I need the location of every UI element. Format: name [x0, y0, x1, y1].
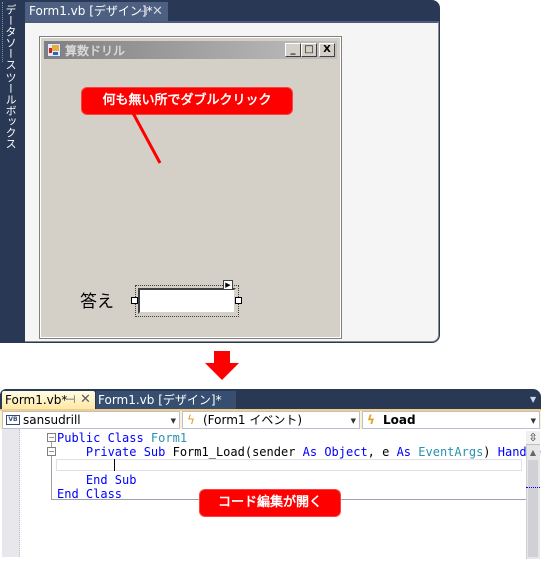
code-token: Form1: [150, 431, 188, 445]
tab-label: Form1.vb [デザイン]*: [29, 4, 153, 18]
callout-double-click: 何も無い所でダブルクリック: [82, 88, 292, 114]
side-tab-data-sources[interactable]: データソース: [3, 4, 17, 70]
chevron-down-icon: ▼: [530, 417, 536, 425]
tab-form1-design[interactable]: Form1.vb [デザイン]*: [96, 391, 236, 409]
answer-label: 答え: [80, 292, 114, 312]
event-bolt-icon: ϟ: [367, 413, 375, 427]
method-dropdown[interactable]: ϟ Load ▼: [362, 411, 540, 429]
tab-label: Form1.vb*: [5, 393, 68, 407]
resize-handle-left[interactable]: [131, 297, 138, 304]
form-icon: [47, 43, 61, 57]
answer-textbox[interactable]: [138, 288, 236, 314]
close-button[interactable]: X: [319, 43, 335, 57]
close-icon[interactable]: ✕: [80, 391, 91, 409]
method-dropdown-value: Load: [383, 413, 416, 427]
class-dropdown[interactable]: VB sansudrill ▼: [2, 411, 180, 429]
close-icon[interactable]: ✕: [152, 2, 163, 21]
code-line[interactable]: End Sub: [57, 473, 137, 487]
pin-icon[interactable]: ⊣: [138, 2, 148, 21]
smart-tag-icon[interactable]: ▶: [223, 280, 233, 290]
tab-list-dropdown-icon[interactable]: ▼: [530, 395, 536, 404]
text-caret: [114, 459, 115, 471]
current-line-highlight: [56, 459, 522, 471]
code-token: Form1_Load(sender: [172, 445, 303, 459]
code-token: Private Sub: [57, 445, 173, 459]
code-token: As Object: [302, 445, 368, 459]
code-line[interactable]: End Class: [57, 487, 122, 501]
object-dropdown[interactable]: ϟ (Form1 イベント) ▼: [182, 411, 360, 429]
indicator-margin: [2, 429, 20, 557]
event-bolt-icon: ϟ: [187, 413, 195, 427]
code-token: End Class: [57, 487, 123, 501]
vb-icon: VB: [6, 415, 20, 425]
tab-form1-design[interactable]: Form1.vb [デザイン]* ⊣ ✕: [25, 2, 168, 21]
form-titlebar: 算数ドリル _ □ X: [44, 41, 337, 59]
tab-form1-code[interactable]: Form1.vb* ⊣ ✕: [2, 391, 95, 409]
class-dropdown-value: sansudrill: [23, 413, 81, 427]
minimize-button[interactable]: _: [285, 43, 301, 57]
chevron-down-icon: ▼: [350, 417, 356, 425]
code-token: End Sub: [57, 473, 137, 487]
side-tab-toolbox[interactable]: ツールボックス: [3, 72, 17, 149]
split-handle-icon[interactable]: ⇳: [526, 431, 540, 445]
code-token: , e: [367, 445, 397, 459]
code-token: Public Class: [57, 431, 151, 445]
code-token: EventArgs: [418, 445, 484, 459]
pin-icon[interactable]: ⊣: [66, 391, 76, 409]
scrollbar-caret-marker: [526, 487, 540, 488]
collapse-icon[interactable]: −: [47, 447, 56, 456]
code-line[interactable]: Public Class Form1: [57, 431, 187, 445]
resize-handle-right[interactable]: [235, 297, 242, 304]
collapse-icon[interactable]: −: [47, 433, 56, 442]
down-arrow-icon: [205, 351, 239, 380]
code-token: ): [483, 445, 498, 459]
form-title: 算数ドリル: [65, 44, 126, 58]
scroll-up-arrow-icon[interactable]: ▲: [527, 448, 539, 458]
code-token: As: [396, 445, 419, 459]
code-line[interactable]: Private Sub Form1_Load(sender As Object,…: [57, 445, 541, 459]
object-dropdown-value: (Form1 イベント): [203, 413, 303, 427]
callout-code-editor-opens: コード編集が開く: [200, 490, 340, 516]
maximize-button[interactable]: □: [301, 43, 317, 57]
side-panel-strip: データソース ツールボックス: [0, 0, 24, 343]
scrollbar-thumb[interactable]: [528, 460, 538, 557]
chevron-down-icon: ▼: [170, 417, 176, 425]
